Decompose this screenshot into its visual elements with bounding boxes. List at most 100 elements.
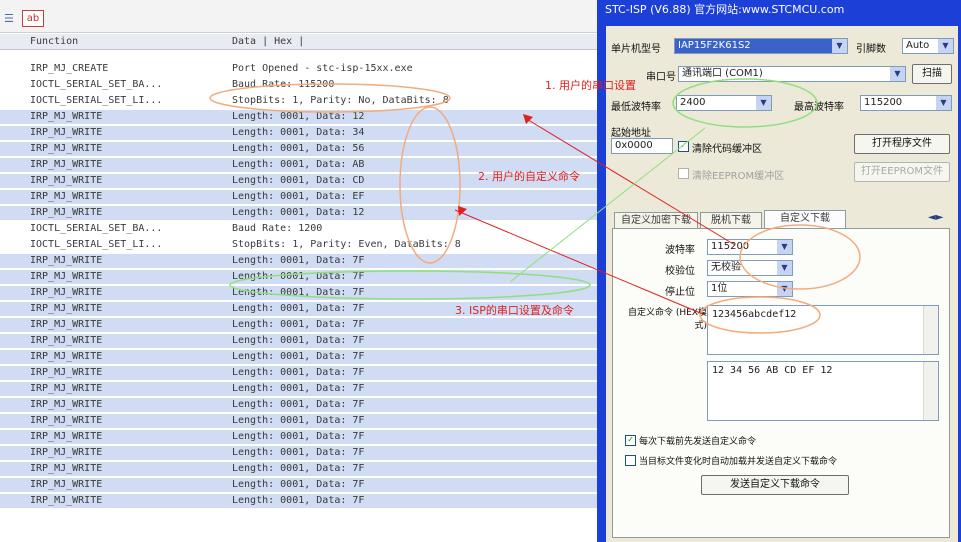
- log-row[interactable]: IRP_MJ_WRITE Length: 0001, Data: 7F: [0, 350, 597, 364]
- log-function-cell: IOCTL_SERIAL_SET_BA...: [30, 223, 163, 234]
- log-function-cell: IRP_MJ_WRITE: [30, 335, 103, 346]
- log-row[interactable]: IRP_MJ_WRITE Length: 0001, Data: CD: [0, 174, 597, 188]
- log-data-cell: Baud Rate: 1200: [232, 223, 323, 234]
- log-row[interactable]: IRP_MJ_WRITE Length: 0001, Data: 7F: [0, 270, 597, 284]
- log-function-cell: IRP_MJ_WRITE: [30, 479, 103, 490]
- chevron-down-icon: ▼: [890, 67, 905, 81]
- log-row[interactable]: IOCTL_SERIAL_SET_BA... Baud Rate: 115200: [0, 78, 597, 92]
- min-baud-select[interactable]: 2400 ▼: [676, 95, 772, 111]
- custom-command-input[interactable]: 123456abcdef12: [707, 305, 939, 355]
- preview-scrollbar[interactable]: [923, 362, 938, 420]
- log-row[interactable]: IRP_MJ_WRITE Length: 0001, Data: 7F: [0, 318, 597, 332]
- auto-send-checkbox[interactable]: [625, 455, 636, 466]
- send-before-download-checkbox[interactable]: ✓: [625, 435, 636, 446]
- log-data-cell: Length: 0001, Data: 7F: [232, 495, 365, 506]
- clear-eeprom-checkbox[interactable]: [678, 168, 689, 179]
- log-row[interactable]: IRP_MJ_WRITE Length: 0001, Data: 56: [0, 142, 597, 156]
- start-addr-input[interactable]: 0x0000: [611, 138, 673, 154]
- log-data-cell: Length: 0001, Data: 7F: [232, 367, 365, 378]
- log-function-cell: IRP_MJ_WRITE: [30, 175, 103, 186]
- log-row[interactable]: IRP_MJ_CREATE Port Opened - stc-isp-15xx.…: [0, 62, 597, 76]
- log-data-cell: Length: 0001, Data: 7F: [232, 383, 365, 394]
- log-function-cell: IRP_MJ_WRITE: [30, 207, 103, 218]
- chevron-down-icon: ▼: [777, 282, 792, 296]
- chip-dropdown-button[interactable]: ▼: [832, 38, 848, 54]
- parity-value: 无校验: [711, 262, 741, 273]
- log-row[interactable]: IRP_MJ_WRITE Length: 0001, Data: 7F: [0, 430, 597, 444]
- command-scrollbar[interactable]: [923, 306, 938, 354]
- log-data-cell: Length: 0001, Data: AB: [232, 159, 365, 170]
- log-row[interactable]: IRP_MJ_WRITE Length: 0001, Data: 7F: [0, 334, 597, 348]
- log-row[interactable]: IRP_MJ_WRITE Length: 0001, Data: 7F: [0, 414, 597, 428]
- max-baud-select[interactable]: 115200 ▼: [860, 95, 952, 111]
- log-function-cell: IRP_MJ_WRITE: [30, 463, 103, 474]
- stop-select[interactable]: 1位 ▼: [707, 281, 793, 297]
- port-select[interactable]: 通讯端口 (COM1) ▼: [678, 66, 906, 82]
- chevron-down-icon: ▼: [777, 240, 792, 254]
- tab-scroll-icon[interactable]: ◄►: [928, 212, 943, 223]
- log-function-cell: IOCTL_SERIAL_SET_BA...: [30, 79, 163, 90]
- log-function-cell: IRP_MJ_CREATE: [30, 63, 109, 74]
- log-data-cell: Length: 0001, Data: 7F: [232, 303, 365, 314]
- baud-select[interactable]: 115200 ▼: [707, 239, 793, 255]
- log-function-cell: IRP_MJ_WRITE: [30, 287, 103, 298]
- log-row[interactable]: IRP_MJ_WRITE Length: 0001, Data: 7F: [0, 478, 597, 492]
- parity-label: 校验位: [665, 266, 695, 277]
- pins-select[interactable]: Auto ▼: [902, 38, 954, 54]
- log-row[interactable]: IRP_MJ_WRITE Length: 0001, Data: 7F: [0, 254, 597, 268]
- log-header: Function Data | Hex |: [0, 34, 597, 50]
- log-row[interactable]: IRP_MJ_WRITE Length: 0001, Data: 7F: [0, 446, 597, 460]
- log-data-cell: Length: 0001, Data: EF: [232, 191, 365, 202]
- log-function-cell: IOCTL_SERIAL_SET_LI...: [30, 95, 163, 106]
- log-row[interactable]: IRP_MJ_WRITE Length: 0001, Data: 7F: [0, 366, 597, 380]
- chevron-down-icon: ▼: [938, 39, 953, 53]
- clear-code-checkbox[interactable]: ✓: [678, 141, 689, 152]
- open-program-button[interactable]: 打开程序文件: [854, 134, 950, 154]
- log-data-cell: Length: 0001, Data: 7F: [232, 335, 365, 346]
- log-row[interactable]: IRP_MJ_WRITE Length: 0001, Data: 7F: [0, 382, 597, 396]
- log-row[interactable]: IOCTL_SERIAL_SET_LI... StopBits: 1, Parit…: [0, 94, 597, 108]
- log-function-cell: IRP_MJ_WRITE: [30, 143, 103, 154]
- log-row[interactable]: IOCTL_SERIAL_SET_LI... StopBits: 1, Parit…: [0, 238, 597, 252]
- log-view-icon[interactable]: ☰: [4, 12, 18, 25]
- parity-select[interactable]: 无校验 ▼: [707, 260, 793, 276]
- log-row[interactable]: IRP_MJ_WRITE Length: 0001, Data: 12: [0, 206, 597, 220]
- custom-command-value: 123456abcdef12: [712, 309, 797, 320]
- log-row[interactable]: IRP_MJ_WRITE Length: 0001, Data: EF: [0, 190, 597, 204]
- log-function-cell: IRP_MJ_WRITE: [30, 367, 103, 378]
- send-custom-command-button[interactable]: 发送自定义下载命令: [701, 475, 849, 495]
- log-function-cell: IRP_MJ_WRITE: [30, 447, 103, 458]
- column-function-header[interactable]: Function: [30, 36, 78, 47]
- log-function-cell: IRP_MJ_WRITE: [30, 351, 103, 362]
- log-function-cell: IRP_MJ_WRITE: [30, 303, 103, 314]
- log-data-cell: Length: 0001, Data: 7F: [232, 479, 365, 490]
- open-eeprom-button[interactable]: 打开EEPROM文件: [854, 162, 950, 182]
- custom-command-label: 自定义命令 (HEX模式): [628, 308, 707, 331]
- serial-monitor-panel: ☰ ab Function Data | Hex | IRP_MJ_CREATE…: [0, 0, 597, 542]
- log-row[interactable]: IRP_MJ_WRITE Length: 0001, Data: 7F: [0, 286, 597, 300]
- log-data-cell: Baud Rate: 115200: [232, 79, 335, 90]
- scan-button[interactable]: 扫描: [912, 64, 952, 84]
- chevron-down-icon: ▼: [936, 96, 951, 110]
- tab-custom-download[interactable]: 自定义下载: [764, 210, 846, 228]
- log-row[interactable]: IRP_MJ_WRITE Length: 0001, Data: 12: [0, 110, 597, 124]
- log-row[interactable]: IOCTL_SERIAL_SET_BA... Baud Rate: 1200: [0, 222, 597, 236]
- log-data-cell: Length: 0001, Data: 7F: [232, 431, 365, 442]
- log-row[interactable]: IRP_MJ_WRITE Length: 0001, Data: 34: [0, 126, 597, 140]
- log-row[interactable]: IRP_MJ_WRITE Length: 0001, Data: 7F: [0, 302, 597, 316]
- tab-offline-download[interactable]: 脱机下载: [700, 212, 762, 228]
- log-row[interactable]: IRP_MJ_WRITE Length: 0001, Data: AB: [0, 158, 597, 172]
- ab-text-icon[interactable]: ab: [22, 10, 44, 27]
- baud-value: 115200: [711, 241, 750, 252]
- log-function-cell: IRP_MJ_WRITE: [30, 159, 103, 170]
- log-data-cell: Length: 0001, Data: 7F: [232, 447, 365, 458]
- auto-send-label: 当目标文件变化时自动加载并发送自定义下载命令: [639, 457, 838, 467]
- log-row[interactable]: IRP_MJ_WRITE Length: 0001, Data: 7F: [0, 462, 597, 476]
- log-data-cell: Length: 0001, Data: 7F: [232, 271, 365, 282]
- log-row[interactable]: IRP_MJ_WRITE Length: 0001, Data: 7F: [0, 398, 597, 412]
- tab-custom-encrypted-download[interactable]: 自定义加密下载: [614, 212, 698, 228]
- chip-select[interactable]: IAP15F2K61S2: [674, 38, 834, 54]
- column-data-header[interactable]: Data | Hex |: [232, 36, 304, 47]
- log-row[interactable]: IRP_MJ_WRITE Length: 0001, Data: 7F: [0, 494, 597, 508]
- min-baud-value: 2400: [680, 97, 706, 108]
